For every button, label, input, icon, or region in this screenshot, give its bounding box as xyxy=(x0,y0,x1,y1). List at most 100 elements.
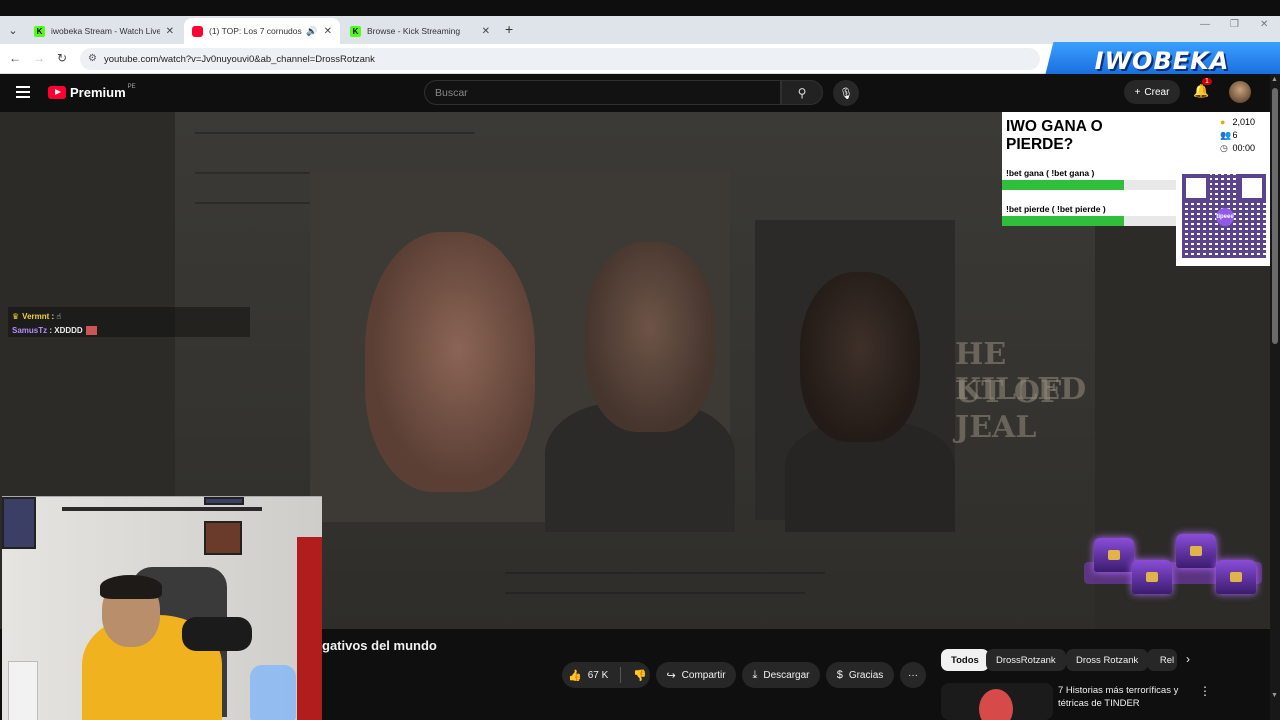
thanks-button[interactable]: $ Gracias xyxy=(826,662,894,688)
voice-search-icon[interactable]: 🎙 xyxy=(833,80,859,106)
chest-icon xyxy=(1094,538,1134,572)
cam-person-hair xyxy=(100,575,162,599)
video-title: gativos del mundo xyxy=(322,638,437,653)
cam-shelf xyxy=(62,507,262,511)
youtube-play-icon xyxy=(48,86,66,99)
like-count[interactable]: 67 K xyxy=(588,670,609,681)
tab-title: Browse - Kick Streaming xyxy=(367,26,461,36)
youtube-favicon-icon xyxy=(192,25,203,37)
chat-overlay: ♛ Vermnt : ☝ SamusTz : XDDDD xyxy=(8,307,250,337)
close-window-icon[interactable]: ✕ xyxy=(1260,19,1268,30)
bet-panel: IWO GANA O PIERDE? !bet gana ( !bet gana… xyxy=(1002,112,1176,226)
chest-icon xyxy=(1216,560,1256,594)
minimize-icon[interactable]: — xyxy=(1200,19,1210,30)
new-tab-icon[interactable]: + xyxy=(505,21,513,37)
chip-all[interactable]: Todos xyxy=(941,649,989,671)
country-code: PE xyxy=(127,83,136,90)
paper-line xyxy=(505,572,825,574)
tab-iwobeka-stream[interactable]: K iwobeka Stream - Watch Live o ✕ xyxy=(26,18,182,44)
forward-icon[interactable]: → xyxy=(33,51,45,65)
chat-message: ♛ Vermnt : ☝ xyxy=(12,309,246,323)
qr-logo: tipeee xyxy=(1216,208,1234,226)
chat-text: ☝ xyxy=(56,311,62,321)
bet-bar-lose xyxy=(1002,216,1176,226)
users-icon: 👥 xyxy=(1220,130,1232,140)
stat-points: ● 2,010 xyxy=(1220,116,1270,129)
recommended-title[interactable]: 7 Historias más terroríficas y tétricas … xyxy=(1058,684,1188,710)
chat-text: XDDDD xyxy=(54,325,83,335)
url-field[interactable]: ⚙ youtube.com/watch?v=Jv0nuyouvi0&ab_cha… xyxy=(80,48,1040,70)
youtube-logo[interactable]: Premium PE xyxy=(48,83,136,100)
avatar[interactable] xyxy=(1229,81,1251,103)
close-tab-icon[interactable]: ✕ xyxy=(482,26,490,37)
tab-strip: ⌄ K iwobeka Stream - Watch Live o ✕ (1) … xyxy=(0,16,1280,44)
scrollbar[interactable]: ▲ ▼ xyxy=(1270,74,1280,720)
clock-icon: ◷ xyxy=(1220,143,1228,153)
bet-bar-fill xyxy=(1002,180,1124,190)
cam-poster xyxy=(204,497,244,505)
photo-man xyxy=(800,272,920,442)
emote-icon xyxy=(85,325,97,335)
cam-water-bottle xyxy=(250,665,296,720)
reload-icon[interactable]: ↻ xyxy=(57,51,67,65)
tab-search-icon[interactable]: ⌄ xyxy=(4,21,22,39)
download-button[interactable]: ⤓ Descargar xyxy=(742,662,820,688)
bet-bar-fill xyxy=(1002,216,1124,226)
chest-overlay xyxy=(1084,530,1262,610)
bet-stats: ● 2,010 👥 6 ◷ 00:00 xyxy=(1176,112,1270,168)
more-actions-button[interactable]: ··· xyxy=(900,662,926,688)
thanks-icon: $ xyxy=(836,669,843,681)
search-button[interactable]: ⚲ xyxy=(781,80,823,105)
scroll-down-icon[interactable]: ▼ xyxy=(1271,692,1278,699)
stat-timer-value: 00:00 xyxy=(1232,143,1256,153)
recommended-thumbnail[interactable] xyxy=(941,683,1053,720)
coin-icon: ● xyxy=(1220,117,1226,127)
kick-favicon-icon: K xyxy=(350,25,361,37)
stat-users: 👥 6 xyxy=(1220,129,1270,142)
scrollbar-thumb[interactable] xyxy=(1272,88,1278,344)
close-tab-icon[interactable]: ✕ xyxy=(166,26,174,37)
browser-tabbar: ⌄ K iwobeka Stream - Watch Live o ✕ (1) … xyxy=(0,0,1280,44)
like-dislike-group: 👍 67 K 👎 xyxy=(562,662,650,688)
cam-heater xyxy=(8,661,38,720)
dislike-icon[interactable]: 👎 xyxy=(633,669,647,682)
divider xyxy=(620,667,622,683)
chevron-right-icon[interactable]: › xyxy=(1186,652,1190,666)
bet-option-lose: !bet pierde ( !bet pierde ) xyxy=(1006,204,1106,214)
create-label: Crear xyxy=(1144,86,1170,98)
chip-related[interactable]: Rel xyxy=(1147,649,1177,671)
search-icon: ⚲ xyxy=(797,85,807,100)
like-icon[interactable]: 👍 xyxy=(568,669,582,682)
chip-channel[interactable]: DrossRotzank xyxy=(986,649,1066,671)
close-tab-icon[interactable]: ✕ xyxy=(324,26,332,37)
webcam-feed xyxy=(2,496,322,720)
paper-line xyxy=(195,132,475,134)
share-label: Compartir xyxy=(681,669,726,681)
chip-channel-alt[interactable]: Dross Rotzank xyxy=(1066,649,1149,671)
tab-kick-browse[interactable]: K Browse - Kick Streaming ✕ xyxy=(342,18,498,44)
speaker-icon[interactable]: 🔊 xyxy=(306,26,317,37)
chat-message: SamusTz : XDDDD xyxy=(12,323,246,337)
maximize-icon[interactable]: ❐ xyxy=(1230,19,1239,30)
tab-youtube-video[interactable]: (1) TOP: Los 7 cornudos (y d 🔊 ✕ xyxy=(184,18,340,44)
cam-red-chair xyxy=(297,537,322,720)
create-button[interactable]: + Crear xyxy=(1124,80,1180,104)
chat-separator: : xyxy=(47,325,55,335)
download-label: Descargar xyxy=(763,669,810,681)
more-vert-icon[interactable]: ⋮ xyxy=(1199,684,1211,698)
notifications-icon[interactable]: 🔔 1 xyxy=(1193,78,1212,99)
back-icon[interactable]: ← xyxy=(9,51,21,65)
crown-icon: ♛ xyxy=(12,311,20,321)
search-input[interactable]: Buscar xyxy=(424,80,781,105)
site-info-icon[interactable]: ⚙ xyxy=(88,53,97,64)
bet-question: IWO GANA O PIERDE? xyxy=(1006,118,1103,153)
bet-bar-win xyxy=(1002,180,1176,190)
more-icon: ··· xyxy=(908,669,918,681)
download-icon: ⤓ xyxy=(752,668,758,681)
menu-icon[interactable] xyxy=(16,86,30,101)
thanks-label: Gracias xyxy=(848,669,884,681)
qr-pattern: tipeee xyxy=(1182,174,1266,258)
share-button[interactable]: ↪ Compartir xyxy=(656,662,736,688)
scroll-up-icon[interactable]: ▲ xyxy=(1271,76,1278,83)
qr-code: tipeee xyxy=(1176,168,1270,266)
